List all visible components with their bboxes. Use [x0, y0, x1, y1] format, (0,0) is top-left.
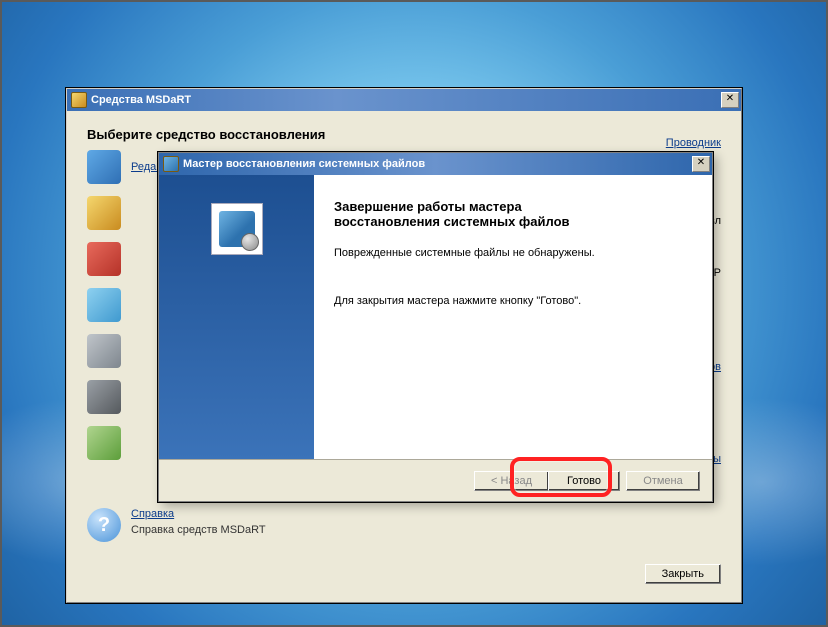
registry-icon: [87, 150, 121, 184]
wizard-titlebar[interactable]: Мастер восстановления системных файлов ✕: [159, 153, 712, 175]
disk-commander-icon: [87, 334, 121, 368]
crash-analyzer-icon: [87, 242, 121, 276]
wizard-window: Мастер восстановления системных файлов ✕…: [158, 152, 713, 502]
back-button[interactable]: < Назад: [474, 471, 549, 491]
locksmith-icon: [87, 196, 121, 230]
wizard-body: Завершение работы мастера восстановления…: [159, 175, 712, 459]
wizard-app-icon: [163, 156, 179, 172]
cancel-button[interactable]: Отмена: [626, 471, 700, 491]
close-button[interactable]: Закрыть: [645, 564, 721, 584]
finish-button[interactable]: Готово: [548, 471, 620, 491]
wizard-sidebar: [159, 175, 314, 459]
wizard-content: Завершение работы мастера восстановления…: [314, 175, 712, 459]
wizard-footer: < Назад Готово Отмена: [159, 459, 712, 501]
sfc-icon: [87, 426, 121, 460]
help-link[interactable]: Справка: [131, 508, 266, 520]
msdart-app-icon: [71, 92, 87, 108]
help-icon: [87, 508, 121, 542]
disk-wipe-icon: [87, 380, 121, 414]
close-icon[interactable]: ✕: [692, 156, 710, 172]
help-block: Справка Справка средств MSDaRT: [87, 508, 266, 542]
wizard-heading-line2: восстановления системных файлов: [334, 214, 570, 229]
msdart-titlebar[interactable]: Средства MSDaRT ✕: [67, 89, 741, 111]
tool-explorer-label[interactable]: Проводник: [666, 137, 721, 149]
wizard-side-icon: [211, 203, 263, 255]
sfc-wizard-icon: [219, 211, 255, 247]
wizard-heading: Завершение работы мастера восстановления…: [334, 199, 692, 229]
wizard-title: Мастер восстановления системных файлов: [183, 158, 692, 170]
wizard-heading-line1: Завершение работы мастера: [334, 199, 522, 214]
msdart-title: Средства MSDaRT: [91, 94, 721, 106]
wizard-msg2: Для закрытия мастера нажмите кнопку "Гот…: [334, 295, 692, 307]
close-icon[interactable]: ✕: [721, 92, 739, 108]
wizard-msg1: Поврежденные системные файлы не обнаруже…: [334, 247, 692, 259]
help-desc: Справка средств MSDaRT: [131, 524, 266, 536]
msdart-heading: Выберите средство восстановления: [87, 127, 721, 142]
file-restore-icon: [87, 288, 121, 322]
wizard-nav-buttons: < Назад Готово: [474, 471, 620, 491]
